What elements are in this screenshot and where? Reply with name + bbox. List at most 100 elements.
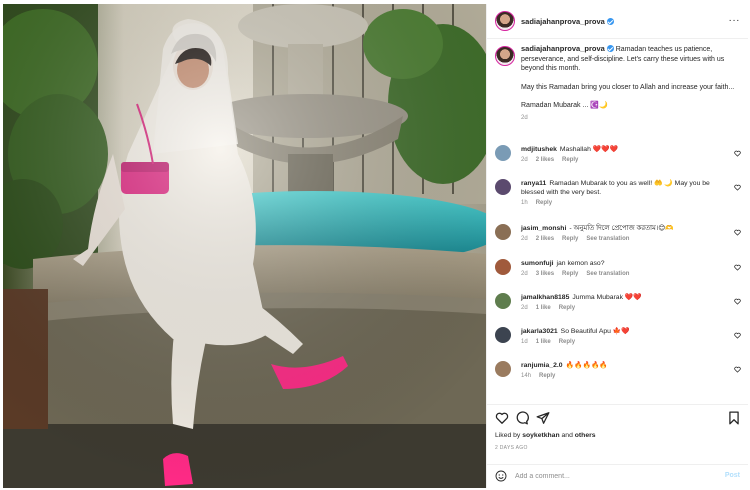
- comment-text: sumonfuji jan kemon aso?: [521, 259, 731, 268]
- commenter-avatar[interactable]: [495, 224, 511, 240]
- comment-item: jasim_monshi - অনুমতি দিলে প্রেপোজ করতাম।…: [495, 223, 745, 253]
- comment-meta: 2d 2 likes Reply: [521, 157, 586, 163]
- comment-meta: 2d 3 likes Reply See translation: [521, 271, 637, 277]
- emoji-icon[interactable]: [495, 470, 507, 482]
- see-translation-button[interactable]: See translation: [586, 271, 629, 277]
- comment-body: - অনুমতি দিলে প্রেপোজ করতাম।😊🫶: [569, 225, 674, 232]
- comment-like-heart-icon[interactable]: [734, 298, 741, 305]
- heart-icon[interactable]: [495, 411, 509, 425]
- reply-button[interactable]: Reply: [539, 373, 555, 379]
- commenter-avatar[interactable]: [495, 145, 511, 161]
- comments-list[interactable]: sadiajahanprova_prova Ramadan teaches us…: [487, 40, 748, 404]
- comment-item: ranjumia_2.0 🔥🔥🔥🔥🔥 14h Reply: [495, 360, 745, 390]
- post-timestamp: 2 DAYS AGO: [495, 445, 528, 451]
- comment-item: jamalkhan8185 Jumma Mubarak ❤️❤️ 2d 1 like R…: [495, 292, 745, 322]
- caption-text-2: May this Ramadan bring you closer to All…: [521, 83, 735, 91]
- commenter-username[interactable]: jamalkhan8185: [521, 294, 569, 301]
- commenter-username[interactable]: mdjitushek: [521, 146, 557, 153]
- commenter-username[interactable]: ranya11: [521, 180, 546, 187]
- commenter-avatar[interactable]: [495, 293, 511, 309]
- post-comment-button[interactable]: Post: [725, 472, 740, 479]
- reply-button[interactable]: Reply: [562, 271, 578, 277]
- comment-item: mdjitushek Mashallah ❤️❤️❤️ 2d 2 likes Reply: [495, 144, 745, 174]
- reply-button[interactable]: Reply: [536, 200, 552, 206]
- comment-likes[interactable]: 1 like: [536, 339, 551, 345]
- comment-text: ranya11 Ramadan Mubarak to you as well! 🤲…: [521, 179, 731, 197]
- post-photo[interactable]: [3, 4, 486, 488]
- caption-avatar[interactable]: [495, 46, 515, 66]
- liked-by-and: and: [561, 432, 573, 439]
- post-header: sadiajahanprova_prova ···: [487, 4, 748, 39]
- post-image: [3, 4, 486, 488]
- comment-likes[interactable]: 3 likes: [536, 271, 554, 277]
- post-caption: sadiajahanprova_prova Ramadan teaches us…: [495, 44, 735, 121]
- comment-meta: 1d 1 like Reply: [521, 339, 583, 345]
- comment-body: jan kemon aso?: [556, 260, 605, 267]
- avatar[interactable]: [495, 11, 515, 31]
- verified-badge-icon: [606, 45, 614, 52]
- comment-time: 2d: [521, 305, 528, 311]
- comment-text: mdjitushek Mashallah ❤️❤️❤️: [521, 145, 731, 154]
- comment-time: 2d: [521, 157, 528, 163]
- verified-badge-icon: [606, 18, 614, 25]
- comment-item: jakarla3021 So Beautiful Apu 🍁❤️ 1d 1 like R…: [495, 326, 745, 356]
- comment-likes[interactable]: 1 like: [536, 305, 551, 311]
- post-side-panel: sadiajahanprova_prova ··· sadiajahanprov…: [486, 4, 748, 488]
- comment-like-heart-icon[interactable]: [734, 332, 741, 339]
- commenter-username[interactable]: jasim_monshi: [521, 225, 566, 232]
- comment-time: 1d: [521, 339, 528, 345]
- header-username[interactable]: sadiajahanprova_prova: [521, 17, 614, 26]
- comment-icon[interactable]: [515, 411, 529, 425]
- comment-input[interactable]: [515, 469, 705, 483]
- reply-button[interactable]: Reply: [562, 157, 578, 163]
- comment-time: 14h: [521, 373, 532, 379]
- commenter-avatar[interactable]: [495, 259, 511, 275]
- reply-button[interactable]: Reply: [559, 339, 575, 345]
- see-translation-button[interactable]: See translation: [586, 236, 629, 242]
- comment-body: 🔥🔥🔥🔥🔥: [565, 362, 608, 369]
- liked-by-prefix: Liked by: [495, 432, 521, 439]
- caption-text-3: Ramadan Mubarak ... ☪️🌙: [521, 102, 608, 109]
- comment-text: jakarla3021 So Beautiful Apu 🍁❤️: [521, 327, 731, 336]
- comment-item: sumonfuji jan kemon aso? 2d 3 likes Reply See…: [495, 258, 745, 288]
- more-options-icon[interactable]: ···: [729, 15, 741, 26]
- comment-likes[interactable]: 2 likes: [536, 236, 554, 242]
- bookmark-icon[interactable]: [727, 411, 741, 425]
- commenter-username[interactable]: sumonfuji: [521, 260, 553, 267]
- post-dialog: sadiajahanprova_prova ··· sadiajahanprov…: [0, 0, 750, 490]
- add-comment-bar: Post: [487, 464, 748, 488]
- comment-like-heart-icon[interactable]: [734, 229, 741, 236]
- comment-like-heart-icon[interactable]: [734, 150, 741, 157]
- caption-time: 2d: [521, 114, 528, 121]
- comment-body: Mashallah ❤️❤️❤️: [559, 146, 619, 153]
- comment-like-heart-icon[interactable]: [734, 264, 741, 271]
- commenter-avatar[interactable]: [495, 327, 511, 343]
- caption-username[interactable]: sadiajahanprova_prova: [521, 44, 605, 53]
- comment-text: ranjumia_2.0 🔥🔥🔥🔥🔥: [521, 361, 731, 370]
- comment-text: jasim_monshi - অনুমতি দিলে প্রেপোজ করতাম।…: [521, 224, 731, 233]
- comment-body: Ramadan Mubarak to you as well! 🤲 🌙 May …: [521, 180, 710, 196]
- commenter-username[interactable]: jakarla3021: [521, 328, 558, 335]
- liked-by: Liked by soyketkhan and others: [495, 432, 596, 439]
- comment-meta: 2d 2 likes Reply See translation: [521, 236, 637, 242]
- reply-button[interactable]: Reply: [559, 305, 575, 311]
- comment-body: Jumma Mubarak ❤️❤️: [572, 294, 642, 301]
- commenter-avatar[interactable]: [495, 179, 511, 195]
- commenter-avatar[interactable]: [495, 361, 511, 377]
- reply-button[interactable]: Reply: [562, 236, 578, 242]
- liked-by-user[interactable]: soyketkhan: [522, 432, 559, 439]
- comment-like-heart-icon[interactable]: [734, 366, 741, 373]
- comment-like-heart-icon[interactable]: [734, 184, 741, 191]
- comment-body: So Beautiful Apu 🍁❤️: [560, 328, 630, 335]
- comment-item: ranya11 Ramadan Mubarak to you as well! 🤲…: [495, 178, 745, 208]
- comment-meta: 14h Reply: [521, 373, 563, 379]
- liked-by-others[interactable]: others: [575, 432, 596, 439]
- share-icon[interactable]: [536, 411, 550, 425]
- comment-meta: 1h Reply: [521, 200, 560, 206]
- comment-text: jamalkhan8185 Jumma Mubarak ❤️❤️: [521, 293, 731, 302]
- commenter-username[interactable]: ranjumia_2.0: [521, 362, 563, 369]
- comment-meta: 2d 1 like Reply: [521, 305, 583, 311]
- comment-time: 2d: [521, 271, 528, 277]
- comment-time: 1h: [521, 200, 528, 206]
- comment-likes[interactable]: 2 likes: [536, 157, 554, 163]
